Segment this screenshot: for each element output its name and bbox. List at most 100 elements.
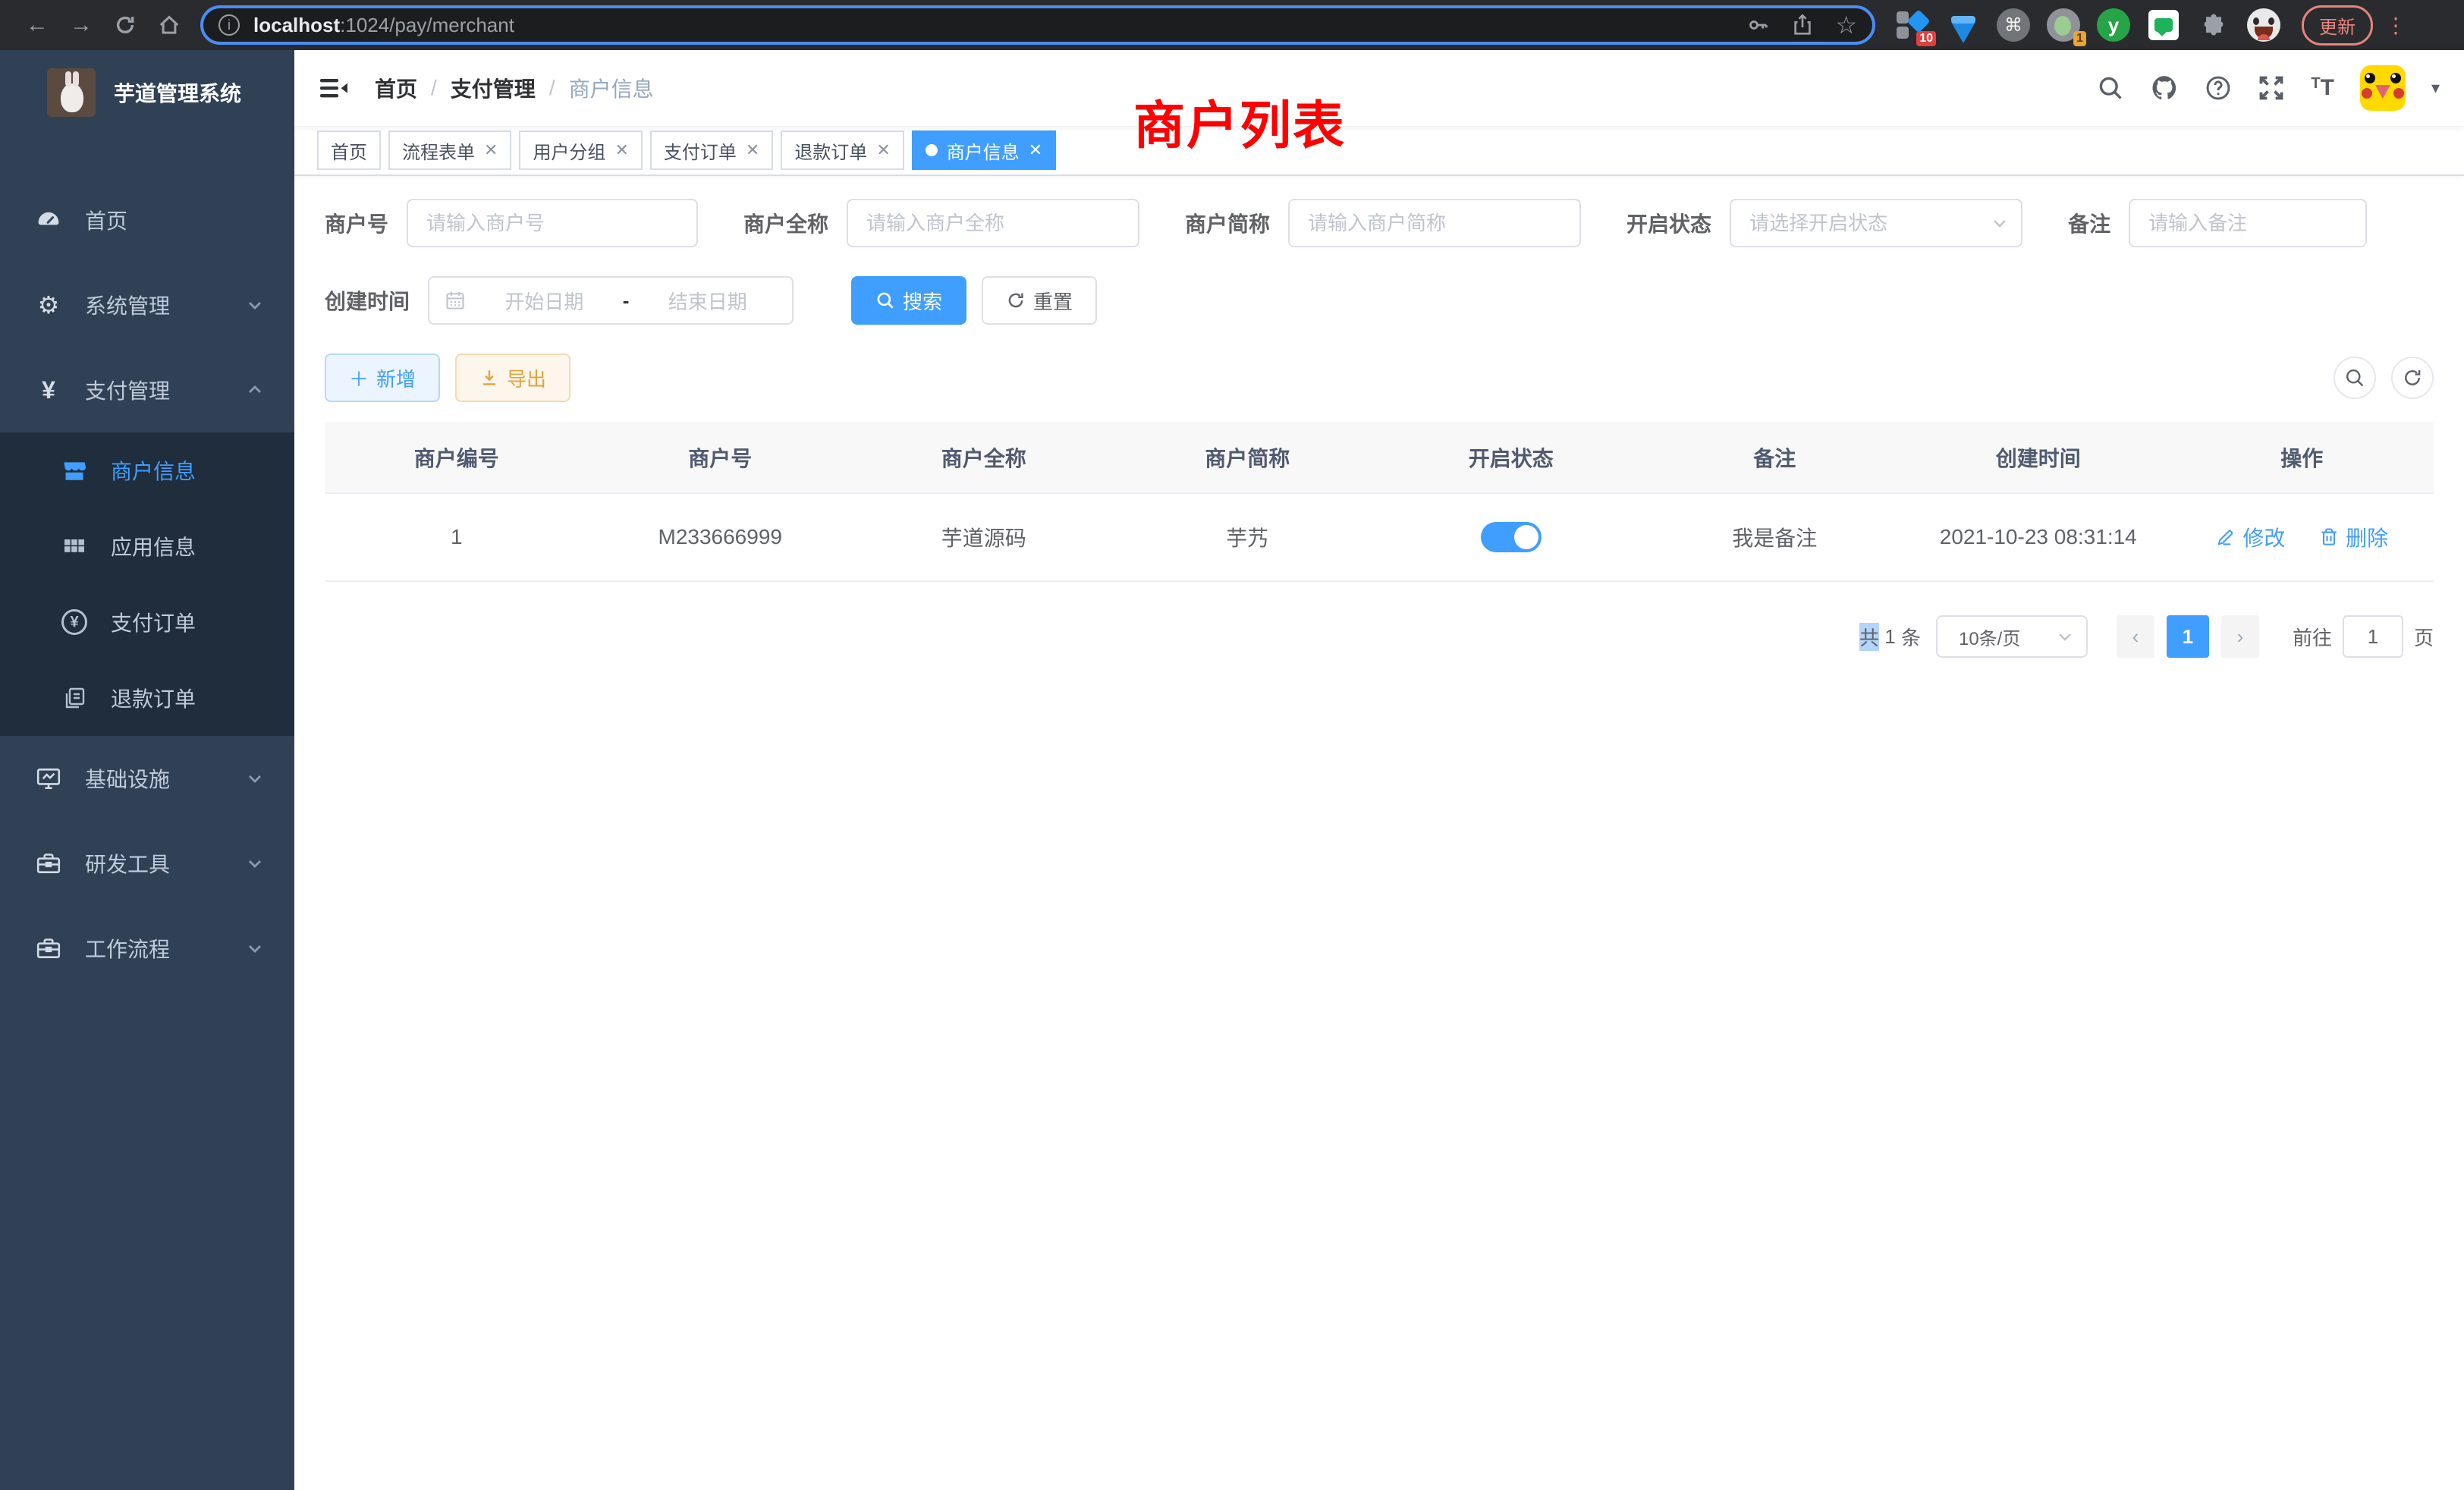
font-size-icon[interactable]: TT (2311, 75, 2334, 101)
sidebar-item-pay[interactable]: ¥ 支付管理 (0, 347, 294, 432)
url-text[interactable]: localhost:1024/pay/merchant (253, 14, 1726, 37)
app-logo[interactable]: 芋道管理系统 (0, 50, 294, 135)
reload-icon[interactable] (103, 5, 147, 45)
refresh-table-button[interactable] (2391, 357, 2434, 399)
tab-pay-order[interactable]: 支付订单 ✕ (650, 130, 773, 170)
tab-label: 支付订单 (664, 137, 737, 164)
close-icon[interactable]: ✕ (614, 140, 628, 160)
extension-recorder-icon[interactable]: 1 (2047, 8, 2080, 42)
cell-short-name: 芋艿 (1116, 493, 1380, 581)
page-number-1[interactable]: 1 (2167, 615, 2209, 658)
full-name-input[interactable] (847, 199, 1139, 247)
sidebar-item-label: 研发工具 (85, 848, 170, 879)
goto-label: 前往 (2293, 623, 2332, 651)
tab-process-form[interactable]: 流程表单 ✕ (388, 130, 511, 170)
sidebar-item-devtools[interactable]: 研发工具 (0, 821, 294, 906)
yen-circle-icon: ¥ (59, 609, 90, 635)
breadcrumb-home[interactable]: 首页 (375, 73, 417, 103)
extension-gem-icon[interactable] (1947, 8, 1980, 42)
page-size-select[interactable] (1936, 615, 2088, 658)
merchant-no-label: 商户号 (325, 208, 388, 238)
close-icon[interactable]: ✕ (484, 140, 498, 160)
status-select[interactable] (1730, 199, 2022, 247)
home-icon[interactable] (147, 5, 191, 45)
user-avatar[interactable] (2360, 65, 2406, 111)
forward-icon[interactable]: → (59, 5, 103, 45)
cell-merchant-no: M233666999 (589, 493, 853, 581)
tab-refund-order[interactable]: 退款订单 ✕ (781, 130, 904, 170)
chevron-down-icon (246, 854, 264, 872)
back-icon[interactable]: ← (15, 5, 59, 45)
sidebar-item-pay-order[interactable]: ¥ 支付订单 (0, 584, 294, 660)
fullscreen-icon[interactable] (2258, 74, 2285, 102)
address-bar[interactable]: i localhost:1024/pay/merchant ☆ (200, 5, 1875, 45)
avatar-dropdown-caret-icon[interactable]: ▾ (2431, 78, 2440, 98)
toolbox-icon (30, 850, 67, 876)
refresh-icon (2402, 367, 2423, 388)
merchant-no-input[interactable] (407, 199, 698, 247)
close-icon[interactable]: ✕ (1029, 140, 1042, 160)
share-icon[interactable] (1791, 14, 1814, 36)
profile-avatar-icon[interactable] (2247, 8, 2280, 42)
sidebar-item-refund-order[interactable]: 退款订单 (0, 660, 294, 736)
extensions-puzzle-icon[interactable] (2197, 8, 2230, 42)
sidebar-item-home[interactable]: 首页 (0, 178, 294, 262)
goto-page-input[interactable] (2343, 615, 2403, 658)
extension-y-icon[interactable]: y (2097, 8, 2130, 42)
sidebar-fold-icon[interactable] (319, 73, 349, 103)
password-key-icon[interactable] (1747, 14, 1770, 36)
show-search-toggle-button[interactable] (2334, 357, 2376, 399)
chrome-update-button[interactable]: 更新 (2302, 5, 2373, 46)
edit-link[interactable]: 修改 (2215, 522, 2285, 552)
status-toggle[interactable] (1481, 522, 1542, 552)
extension-chat-icon[interactable] (2147, 8, 2180, 42)
chevron-down-icon (246, 769, 264, 787)
extension-devtools-icon[interactable]: 10 (1897, 8, 1930, 42)
header-search-icon[interactable] (2097, 74, 2124, 102)
tab-merchant-info[interactable]: 商户信息 ✕ (912, 130, 1056, 170)
column-header: 开启状态 (1379, 422, 1643, 493)
page-size-value[interactable] (1936, 615, 2088, 658)
next-page-button[interactable]: › (2221, 615, 2259, 658)
close-icon[interactable]: ✕ (746, 140, 759, 160)
pay-submenu: 商户信息 应用信息 ¥ 支付订单 (0, 432, 294, 736)
extension-command-icon[interactable]: ⌘ (1997, 8, 2030, 42)
github-icon[interactable] (2150, 74, 2179, 102)
add-button[interactable]: ＋ 新增 (325, 354, 440, 402)
date-range-picker[interactable]: 开始日期 - 结束日期 (428, 276, 794, 325)
export-button[interactable]: 导出 (455, 354, 570, 402)
sidebar-item-system[interactable]: ⚙ 系统管理 (0, 262, 294, 347)
close-icon[interactable]: ✕ (876, 140, 890, 160)
short-name-input[interactable] (1288, 199, 1581, 247)
remark-label: 备注 (2068, 208, 2110, 238)
delete-link[interactable]: 删除 (2318, 522, 2388, 552)
sidebar-item-app-info[interactable]: 应用信息 (0, 508, 294, 584)
sidebar-item-label: 应用信息 (111, 531, 196, 561)
chrome-menu-icon[interactable]: ⋮ (2385, 13, 2408, 38)
sidebar-item-merchant-info[interactable]: 商户信息 (0, 432, 294, 508)
browser-toolbar: ← → i localhost:1024/pay/merchant ☆ 10 (0, 0, 2464, 50)
bookmark-star-icon[interactable]: ☆ (1835, 11, 1857, 39)
tab-home[interactable]: 首页 (317, 130, 381, 170)
sidebar-item-workflow[interactable]: 工作流程 (0, 906, 294, 991)
column-header: 创建时间 (1906, 422, 2170, 493)
chevron-down-icon (246, 939, 264, 957)
cell-create-time: 2021-10-23 08:31:14 (1906, 493, 2170, 581)
search-button[interactable]: 搜索 (851, 276, 966, 325)
reset-button[interactable]: 重置 (982, 276, 1097, 325)
tab-user-group[interactable]: 用户分组 ✕ (519, 130, 642, 170)
red-annotation-label: 商户列表 (1133, 83, 1346, 159)
breadcrumb-pay[interactable]: 支付管理 (451, 73, 536, 103)
date-separator: - (623, 289, 630, 313)
prev-page-button[interactable]: ‹ (2117, 615, 2154, 658)
help-icon[interactable] (2205, 74, 2232, 102)
remark-input[interactable] (2129, 199, 2367, 247)
breadcrumb-separator: / (431, 76, 437, 100)
create-time-label: 创建时间 (325, 285, 410, 316)
extension-badge: 1 (2073, 31, 2086, 46)
site-info-icon[interactable]: i (218, 14, 240, 36)
sidebar-item-infra[interactable]: 基础设施 (0, 736, 294, 821)
tab-label: 流程表单 (402, 137, 475, 164)
gear-icon: ⚙ (30, 291, 67, 319)
cell-merchant-id: 1 (325, 493, 589, 581)
